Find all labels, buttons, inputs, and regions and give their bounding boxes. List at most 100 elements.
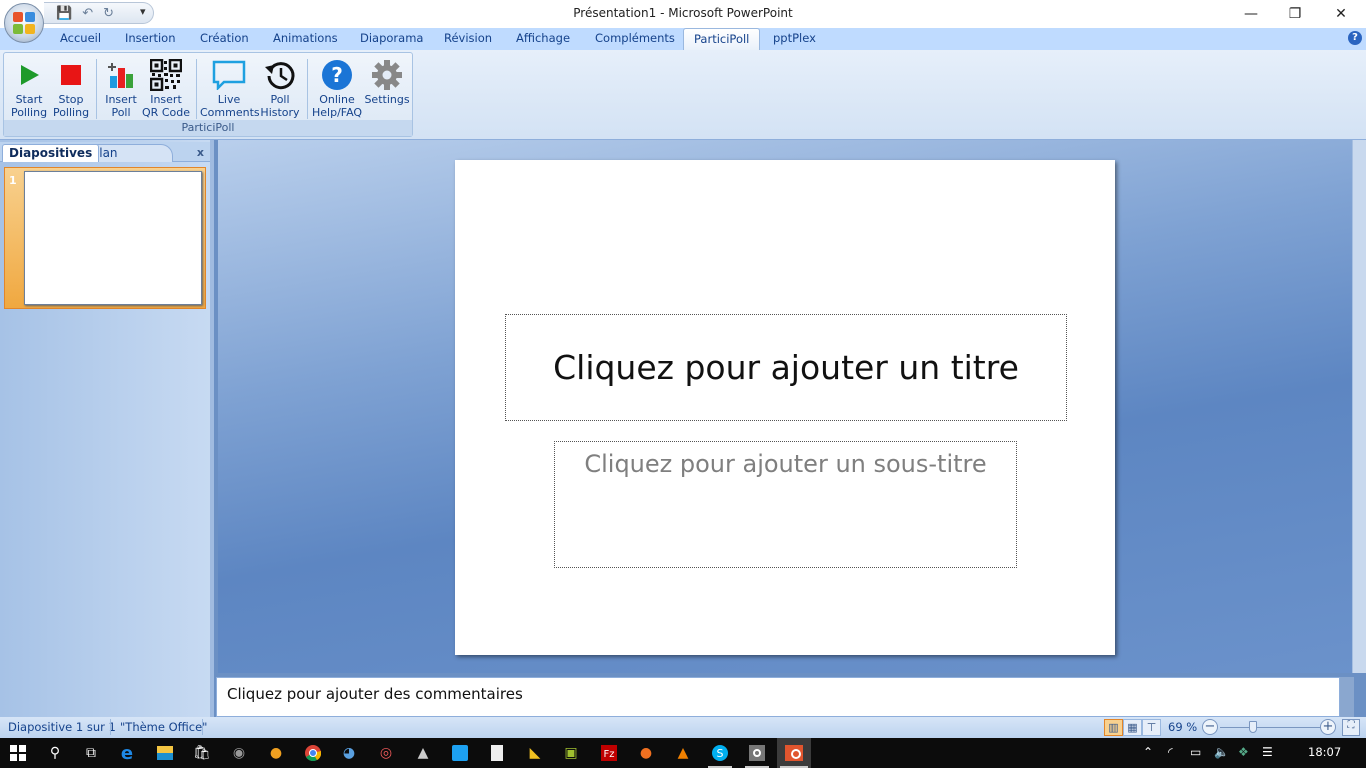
show-hidden-icons-icon[interactable]: ⌃ <box>1143 745 1153 759</box>
app-red-icon[interactable]: ◎ <box>371 738 401 768</box>
tab-creation[interactable]: Création <box>200 31 249 45</box>
live-comments-button[interactable]: Live Comments <box>200 57 260 119</box>
audacity-icon[interactable]: ● <box>261 738 291 768</box>
save-icon[interactable]: 💾 <box>56 6 72 21</box>
zoom-slider-thumb[interactable] <box>1249 721 1257 733</box>
fit-to-window-icon[interactable]: ⛶ <box>1342 719 1360 736</box>
button-label: Insert <box>105 93 137 106</box>
tab-participoll[interactable]: ParticiPoll <box>683 28 761 51</box>
window-title: Présentation1 - Microsoft PowerPoint <box>573 6 793 20</box>
button-label: Polling <box>10 106 48 119</box>
tab-diapositives[interactable]: Diapositives <box>2 144 100 162</box>
notes-pane[interactable]: Cliquez pour ajouter des commentaires <box>216 677 1340 717</box>
notepad-icon[interactable] <box>482 738 512 768</box>
twitter-icon[interactable] <box>445 738 475 768</box>
tab-complements[interactable]: Compléments <box>595 31 675 45</box>
divider <box>110 719 111 735</box>
poll-history-button[interactable]: Poll History <box>258 57 302 119</box>
tab-pptplex[interactable]: pptPlex <box>773 31 816 45</box>
search-icon[interactable]: ⚲ <box>40 738 70 768</box>
chrome-icon[interactable] <box>298 738 328 768</box>
group-label: ParticiPoll <box>4 120 412 136</box>
start-polling-button[interactable]: Start Polling <box>8 57 50 119</box>
action-center-icon[interactable]: ☰ <box>1262 745 1273 759</box>
gear-icon <box>372 60 402 90</box>
close-button[interactable]: ✕ <box>1318 0 1364 28</box>
zoom-level[interactable]: 69 % <box>1168 720 1197 734</box>
subtitle-placeholder[interactable]: Cliquez pour ajouter un sous-titre <box>554 441 1017 568</box>
app-yellow-icon[interactable]: ◣ <box>520 738 550 768</box>
title-placeholder[interactable]: Cliquez pour ajouter un titre <box>505 314 1067 421</box>
divider <box>202 719 203 735</box>
button-label: History <box>260 106 300 119</box>
ribbon: Start Polling Stop Polling Insert Poll I… <box>0 50 1366 140</box>
task-view-icon[interactable]: ⧉ <box>76 738 106 768</box>
notes-scrollbar[interactable] <box>1340 677 1354 717</box>
slide-canvas[interactable]: Cliquez pour ajouter un titre Cliquez po… <box>455 160 1115 655</box>
insert-poll-button[interactable]: Insert Poll <box>102 57 140 119</box>
thunderbird-icon[interactable]: ◕ <box>334 738 364 768</box>
wifi-icon[interactable]: ◜ <box>1168 745 1173 759</box>
slide-thumbnail[interactable] <box>24 171 202 305</box>
vlc-icon[interactable]: ▲ <box>668 738 698 768</box>
svg-text:?: ? <box>331 63 343 87</box>
store-icon[interactable]: 🛍 <box>187 738 217 768</box>
slideshow-icon[interactable]: ⊤ <box>1142 719 1161 736</box>
help-icon[interactable]: ? <box>1348 31 1362 45</box>
powerpoint-taskbar-icon[interactable] <box>777 738 811 768</box>
button-label: Start <box>15 93 43 106</box>
volume-icon[interactable]: 🔈 <box>1214 745 1229 759</box>
close-pane-icon[interactable]: x <box>197 146 204 159</box>
button-label: QR Code <box>142 106 190 119</box>
separator <box>307 59 308 119</box>
zoom-slider[interactable] <box>1220 727 1320 728</box>
stop-icon <box>61 65 81 85</box>
settings-button[interactable]: Settings <box>364 57 410 106</box>
clock[interactable]: 18:07 <box>1308 745 1341 759</box>
zoom-in-button[interactable]: + <box>1320 719 1336 735</box>
tab-revision[interactable]: Révision <box>444 31 492 45</box>
insert-qr-code-button[interactable]: Insert QR Code <box>142 57 190 119</box>
button-label: Help/FAQ <box>312 106 363 119</box>
inkscape-icon[interactable]: ▲ <box>408 738 438 768</box>
separator <box>96 59 97 119</box>
battery-icon[interactable]: ▭ <box>1190 745 1201 759</box>
help-circle-icon: ? <box>322 60 352 90</box>
restore-button[interactable]: ❐ <box>1272 0 1318 28</box>
stop-polling-button[interactable]: Stop Polling <box>50 57 92 119</box>
button-label: Online <box>319 93 355 106</box>
zoom-out-button[interactable]: − <box>1202 719 1218 735</box>
file-explorer-icon[interactable] <box>150 738 180 768</box>
filezilla-icon[interactable]: Fz <box>594 738 624 768</box>
slides-pane: Plan Diapositives x 1 <box>0 140 214 717</box>
title-bar: Présentation1 - Microsoft PowerPoint — ❐… <box>0 0 1366 28</box>
ribbon-tabs: Accueil Insertion Création Animations Di… <box>0 28 1366 51</box>
firefox-icon[interactable]: ● <box>631 738 661 768</box>
gimp-icon[interactable]: ◉ <box>224 738 254 768</box>
minimize-button[interactable]: — <box>1228 0 1274 28</box>
start-icon[interactable] <box>3 738 33 768</box>
view-buttons: ▥ ▦ ⊤ <box>1104 719 1162 736</box>
slide-sorter-icon[interactable]: ▦ <box>1123 719 1142 736</box>
tab-insertion[interactable]: Insertion <box>125 31 176 45</box>
tab-affichage[interactable]: Affichage <box>516 31 570 45</box>
theme-name[interactable]: "Thème Office" <box>120 720 207 734</box>
app-green-icon[interactable]: ▣ <box>556 738 586 768</box>
office-button[interactable] <box>4 3 44 43</box>
tab-accueil[interactable]: Accueil <box>60 31 101 45</box>
dropbox-icon[interactable]: ❖ <box>1238 745 1249 759</box>
settings-app-icon[interactable] <box>742 738 772 768</box>
normal-view-icon[interactable]: ▥ <box>1104 719 1123 736</box>
vertical-scrollbar[interactable] <box>1352 140 1366 673</box>
tab-animations[interactable]: Animations <box>273 31 338 45</box>
tab-diaporama[interactable]: Diaporama <box>360 31 423 45</box>
edge-icon[interactable]: e <box>112 738 142 768</box>
redo-icon[interactable]: ↻ <box>103 6 114 21</box>
customize-qat-icon[interactable]: ▾ <box>140 5 146 18</box>
undo-icon[interactable]: ↶ <box>82 6 93 21</box>
slide-thumbnail-item[interactable]: 1 <box>4 167 206 309</box>
button-label: Insert <box>150 93 182 106</box>
online-help-button[interactable]: ? Online Help/FAQ <box>312 57 362 119</box>
skype-icon[interactable]: S <box>705 738 735 768</box>
insert-poll-icon <box>108 63 133 88</box>
